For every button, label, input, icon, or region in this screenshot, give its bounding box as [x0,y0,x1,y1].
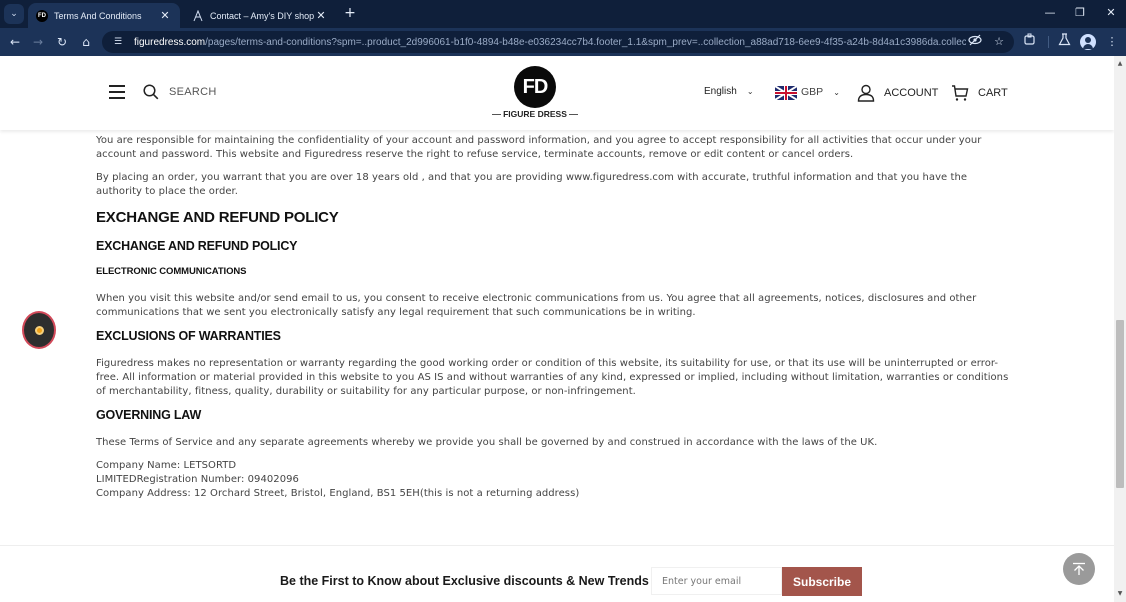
language-value: English [704,86,737,97]
arrow-left-icon: ← [9,35,21,49]
newsletter-email-input[interactable] [651,567,782,595]
url-path: /pages/terms-and-conditions?spm=..produc… [205,36,966,48]
arrow-up-to-top-icon [1073,562,1085,575]
more-menu-icon[interactable]: ⋮ [1103,33,1121,51]
forward-button[interactable]: → [29,33,47,51]
exclusions-paragraph: Figuredress makes no representation or w… [96,358,1009,397]
currency-value: GBP [801,86,824,98]
language-selector[interactable]: English ⌄ [704,86,754,97]
uk-flag-icon[interactable] [775,86,797,100]
footer-divider [0,545,1114,546]
home-button[interactable]: ⌂ [77,33,95,51]
minimize-button[interactable]: — [1038,4,1062,22]
electronic-communications-paragraph: When you visit this website and/or send … [96,293,977,318]
shopping-cart-icon[interactable] [951,84,969,102]
account-user-icon[interactable] [857,84,875,102]
company-address: Company Address: 12 Orchard Street, Bris… [96,488,580,499]
url-text[interactable]: figuredress.com/pages/terms-and-conditio… [134,37,966,48]
bookmark-star-icon[interactable]: ☆ [990,33,1008,51]
electronic-communications-heading: ELECTRONIC COMMUNICATIONS [96,266,247,277]
scrollbar-thumb[interactable] [1116,320,1124,488]
close-tab-icon[interactable]: ✕ [158,9,172,22]
close-tab-icon[interactable]: ✕ [314,9,328,22]
logo-wordmark: FIGURE DRESS [489,109,581,119]
account-link[interactable]: ACCOUNT [884,87,938,99]
logo-mark: FD [514,66,556,108]
scroll-down-arrow-icon[interactable]: ▼ [1114,588,1126,600]
account-responsibility-paragraph: You are responsible for maintaining the … [96,135,982,160]
company-info: Company Name: LETSORTD LIMITEDRegistrati… [96,459,1016,501]
arrow-right-icon: → [32,35,44,49]
toolbar-divider [1048,36,1049,48]
chevron-down-icon: ⌄ [10,9,18,19]
eye-off-icon[interactable] [966,33,984,51]
browser-toolbar: ← → ↻ ⌂ ☰ figuredress.com/pages/terms-an… [0,28,1126,56]
labs-flask-icon[interactable] [1055,33,1073,51]
company-name: Company Name: LETSORTD [96,460,237,471]
address-bar[interactable]: ☰ figuredress.com/pages/terms-and-condit… [102,31,1014,53]
tab-terms-and-conditions[interactable]: FD Terms And Conditions ✕ [28,3,180,28]
tab-title: Terms And Conditions [54,10,142,21]
chevron-down-icon: ⌄ [833,88,840,97]
restore-button[interactable]: ❐ [1068,4,1092,22]
cart-link[interactable]: CART [978,87,1008,99]
reload-icon: ↻ [56,35,68,49]
newsletter-title: Be the First to Know about Exclusive dis… [280,574,649,588]
governing-law-heading: GOVERNING LAW [96,408,202,422]
floating-chat-widget[interactable] [22,311,56,349]
logo-wordmark-text: FIGURE DRESS [503,109,567,119]
tab-contact-amys-diy-shop[interactable]: Contact – Amy's DIY shop ✕ [184,3,336,28]
site-logo[interactable]: FD FIGURE DRESS [489,66,581,122]
url-host: figuredress.com [134,36,206,48]
search-icon[interactable] [143,84,159,100]
company-registration: LIMITEDRegistration Number: 09402096 [96,474,299,485]
terms-content: You are responsible for maintaining the … [96,134,1016,501]
scroll-up-arrow-icon[interactable]: ▲ [1114,58,1126,70]
exchange-refund-subheading: EXCHANGE AND REFUND POLICY [96,239,298,253]
profile-avatar-icon[interactable] [1080,34,1096,50]
subscribe-button[interactable]: Subscribe [782,567,862,596]
browser-tab-bar: ⌄ FD Terms And Conditions ✕ Contact – Am… [0,0,1126,28]
tab-search-button[interactable]: ⌄ [4,4,24,24]
new-tab-button[interactable]: + [342,5,358,21]
pen-nib-icon [192,9,204,22]
widget-dot-icon [34,325,44,335]
reload-button[interactable]: ↻ [53,33,71,51]
order-warranty-paragraph: By placing an order, you warrant that yo… [96,172,968,197]
exchange-refund-heading: EXCHANGE AND REFUND POLICY [96,209,339,226]
back-button[interactable]: ← [6,33,24,51]
extensions-puzzle-icon[interactable] [1020,33,1038,51]
site-header: SEARCH FD FIGURE DRESS English ⌄ GBP ⌄ ACC… [0,56,1114,130]
search-link[interactable]: SEARCH [169,86,217,98]
figuredress-favicon-icon: FD [36,9,48,22]
page-viewport: SEARCH FD FIGURE DRESS English ⌄ GBP ⌄ ACC… [0,56,1114,602]
home-icon: ⌂ [82,35,90,49]
governing-law-paragraph: These Terms of Service and any separate … [96,437,878,448]
hamburger-menu-icon[interactable] [109,85,125,99]
site-info-icon[interactable]: ☰ [110,34,126,50]
back-to-top-button[interactable] [1063,553,1095,585]
chevron-down-icon: ⌄ [746,87,754,96]
page-scrollbar[interactable]: ▲ ▼ [1114,56,1126,602]
currency-selector[interactable]: GBP ⌄ [801,86,840,98]
tab-title: Contact – Amy's DIY shop [210,10,314,21]
close-window-button[interactable]: ✕ [1099,4,1123,22]
exclusions-of-warranties-heading: EXCLUSIONS OF WARRANTIES [96,329,281,343]
